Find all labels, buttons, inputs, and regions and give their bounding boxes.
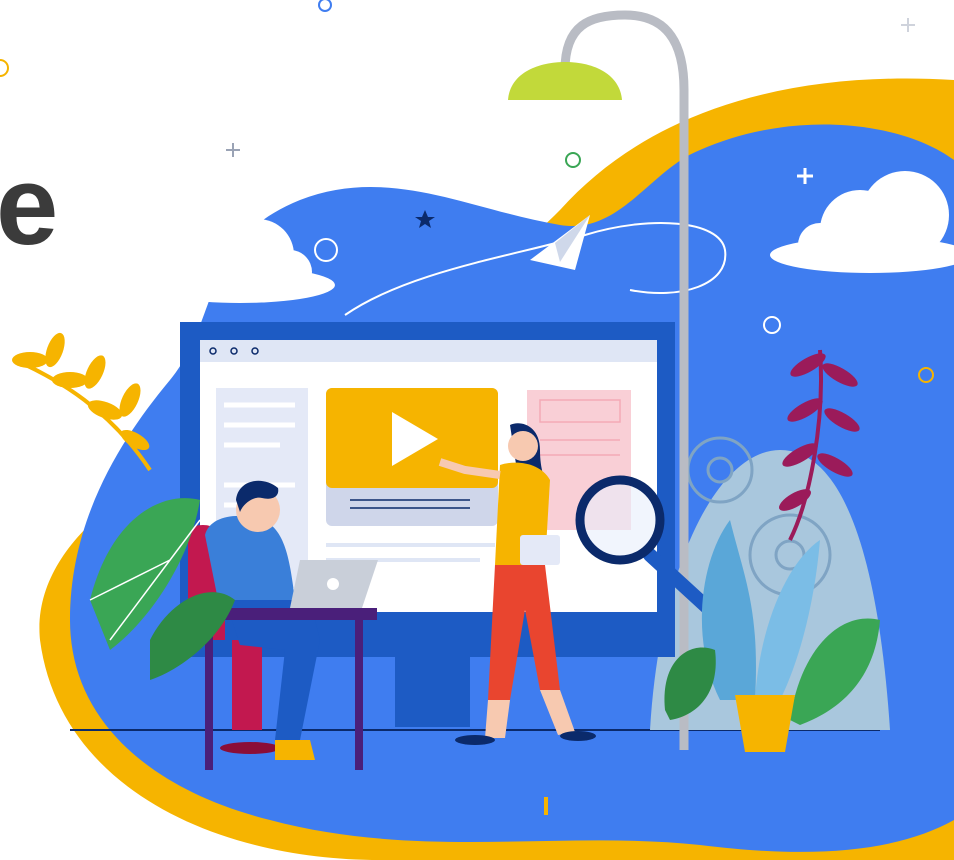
- circle-icon: [0, 59, 9, 77]
- circle-icon: [565, 152, 581, 168]
- plus-icon: [226, 143, 240, 157]
- tick-mark: [544, 797, 548, 815]
- circle-icon: [318, 0, 332, 12]
- plus-icon: [901, 18, 915, 32]
- illustration-scene: [0, 0, 954, 860]
- video-player-card: [326, 388, 498, 526]
- plant-pot: [735, 695, 795, 752]
